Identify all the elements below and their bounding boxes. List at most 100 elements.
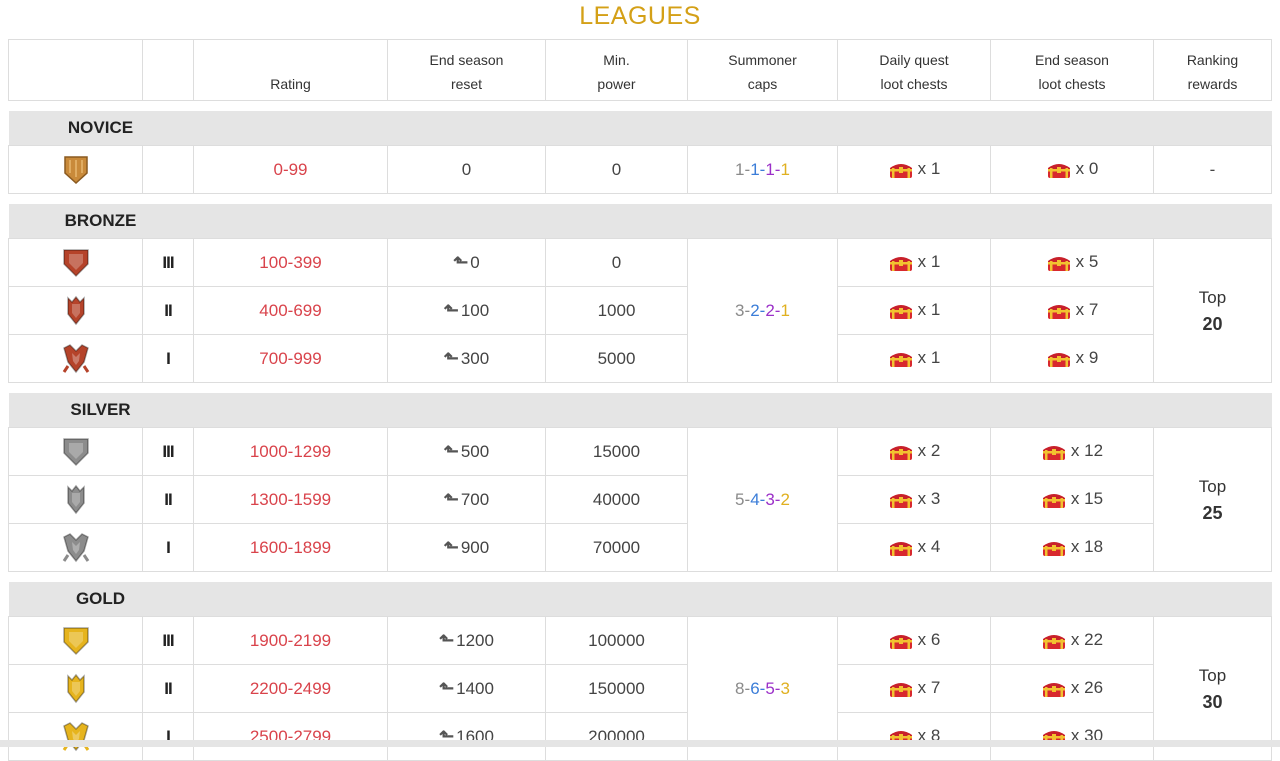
caps-value-2: 4 (750, 489, 760, 509)
endloot-cell: x 26 (990, 664, 1154, 713)
caps-value-3: 3 (765, 489, 775, 509)
header-endloot-line1: End season (1035, 52, 1109, 68)
chest-icon (889, 163, 912, 178)
reset-arrow-icon: ⬑ (439, 678, 455, 698)
daily-count: x 4 (917, 537, 941, 557)
header-power-line1: Min. (603, 52, 630, 68)
tier-cell: II (142, 475, 194, 524)
chest-icon (1042, 493, 1065, 508)
header-reset: End season reset (387, 39, 546, 101)
caps-value-1: 3 (735, 300, 745, 320)
chest-icon (1042, 445, 1065, 460)
table-row: I 700-999 ⬑ 300 5000 x 1 x 9 (8, 334, 1272, 383)
caps-value-1: 5 (735, 489, 745, 509)
endloot-count: x 22 (1070, 630, 1104, 650)
bronze-badge-icon (66, 295, 85, 326)
chest-icon (1042, 682, 1065, 697)
header-daily-line2: loot chests (880, 76, 948, 92)
header-reset-line1: End season (429, 52, 504, 68)
rank-top-label: Top (1198, 476, 1227, 496)
tier-cell (142, 145, 194, 194)
daily-cell: x 1 (837, 286, 991, 335)
power-cell: 0 (545, 145, 688, 194)
daily-count: x 3 (917, 489, 941, 509)
header-power: Min. power (545, 39, 688, 101)
table-row: III 1000-1299 ⬑ 500 15000 5-4-3-2 x 2 x 12… (8, 427, 1272, 572)
chest-icon (889, 493, 912, 508)
daily-count: x 1 (917, 300, 941, 320)
daily-cell: x 4 (837, 523, 991, 572)
page-title: LEAGUES (579, 2, 701, 30)
endloot-count: x 7 (1075, 300, 1099, 320)
header-endloot: End season loot chests (990, 39, 1154, 101)
daily-cell: x 1 (837, 145, 991, 194)
daily-count: x 1 (917, 348, 941, 368)
tier-cell: II (142, 664, 194, 713)
rank-top-number: 30 (1202, 691, 1223, 712)
league-name: BRONZE (64, 211, 137, 230)
caps-cell: 8-6-5-3 (687, 616, 838, 761)
reset-arrow-icon: ⬑ (443, 537, 459, 557)
rating-cell: 100-399 (193, 238, 388, 287)
reset-cell: ⬑ 1200 (387, 616, 546, 665)
reset-arrow-icon: ⬑ (453, 252, 469, 272)
league-header-bronze: BRONZE (8, 204, 1272, 239)
league-name: NOVICE (67, 118, 134, 137)
chest-icon (889, 352, 912, 367)
table-header: Rating End season reset Min. power Summone… (8, 39, 1272, 101)
silver-badge-icon (62, 438, 89, 467)
header-power-line2: power (597, 76, 636, 92)
header-caps-line1: Summoner (728, 52, 797, 68)
reset-value: 700 (460, 490, 490, 509)
bottom-bar (0, 740, 1280, 747)
endloot-cell: x 15 (990, 475, 1154, 524)
rating-cell: 2500-2799 (193, 712, 388, 761)
silver-badge-icon (66, 484, 85, 515)
daily-cell: x 2 (837, 427, 991, 476)
badge-cell (8, 523, 143, 572)
caps-cell: 1-1-1-1 (687, 145, 838, 194)
endloot-count: x 0 (1075, 159, 1099, 179)
chest-icon (889, 541, 912, 556)
tier-cell: I (142, 334, 194, 383)
daily-cell: x 1 (837, 238, 991, 287)
daily-count: x 6 (917, 630, 941, 650)
table-row: I 1600-1899 ⬑ 900 70000 x 4 x 18 (8, 523, 1272, 572)
daily-count: x 7 (917, 678, 941, 698)
rank-cell: - (1153, 145, 1272, 194)
chest-icon (889, 634, 912, 649)
caps-value-3: 1 (765, 159, 775, 179)
header-daily: Daily quest loot chests (837, 39, 991, 101)
power-cell: 100000 (545, 616, 688, 665)
power-cell: 0 (545, 238, 688, 287)
chest-icon (889, 256, 912, 271)
league-name: SILVER (70, 400, 131, 419)
rating-cell: 2200-2499 (193, 664, 388, 713)
chest-icon (1042, 541, 1065, 556)
bronze-badge-icon (62, 249, 89, 278)
leagues-table: Rating End season reset Min. power Summone… (8, 39, 1272, 761)
endloot-count: x 18 (1070, 537, 1104, 557)
daily-cell: x 8 (837, 712, 991, 761)
badge-cell (8, 664, 143, 713)
endloot-cell: x 22 (990, 616, 1154, 665)
table-row: II 2200-2499 ⬑ 1400 150000 x 7 x 26 (8, 664, 1272, 713)
rating-cell: 1300-1599 (193, 475, 388, 524)
caps-value-4: 1 (780, 300, 790, 320)
reset-arrow-icon: ⬑ (439, 630, 455, 650)
power-cell: 70000 (545, 523, 688, 572)
reset-cell: ⬑ 100 (387, 286, 546, 335)
header-rank-line2: rewards (1187, 76, 1238, 92)
reset-cell: ⬑ 1400 (387, 664, 546, 713)
bronze-badge-icon (62, 344, 89, 374)
rank-top-number: 25 (1202, 502, 1223, 523)
header-caps-line2: caps (747, 76, 778, 92)
badge-cell (8, 475, 143, 524)
badge-cell (8, 286, 143, 335)
daily-cell: x 3 (837, 475, 991, 524)
header-badge (8, 39, 143, 101)
endloot-count: x 15 (1070, 489, 1104, 509)
table-row: I 2500-2799 ⬑ 1600 200000 x 8 x 30 (8, 712, 1272, 761)
rating-cell: 1900-2199 (193, 616, 388, 665)
table-row: 0-99 0 0 1-1-1-1 x 1 x 0 - (8, 145, 1272, 194)
